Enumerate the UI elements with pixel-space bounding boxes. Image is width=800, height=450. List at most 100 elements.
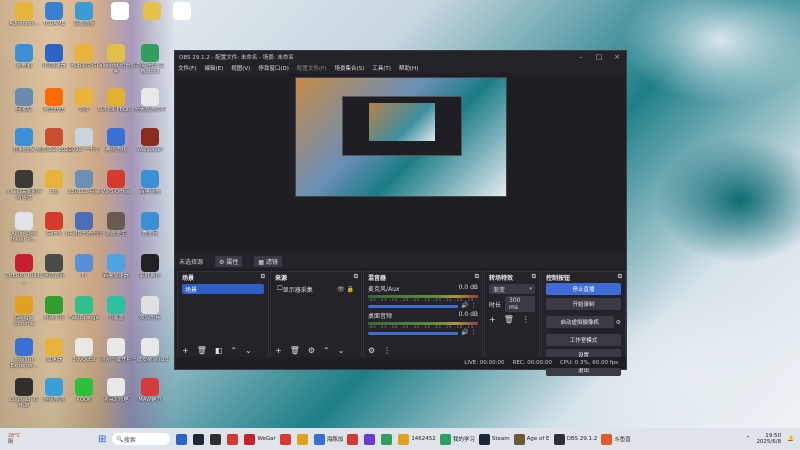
controls-dock-header: 控制按钮 ⧉ bbox=[542, 272, 625, 282]
mixer-channel-mic: 麦克风/Aux 0.0 dB -60 -55 -50 -45 -40 -35 -3… bbox=[368, 284, 478, 309]
chevron-up-icon[interactable]: ⌃ bbox=[746, 436, 751, 442]
taskbar-app[interactable]: 1462452 bbox=[398, 433, 436, 445]
menu-view[interactable]: 视图(V) bbox=[231, 64, 250, 72]
transition-select[interactable]: 渐变 ▾ bbox=[489, 284, 535, 294]
taskbar-search[interactable]: 🔍 搜索 bbox=[112, 433, 171, 445]
trash-icon[interactable]: 🗑 bbox=[197, 346, 207, 355]
filters-button[interactable]: ▦ 滤镜 bbox=[254, 256, 282, 267]
app-icon bbox=[75, 2, 93, 20]
advanced-audio-icon[interactable]: ⚙ bbox=[368, 346, 375, 355]
speaker-icon[interactable]: 🔊 ⋮ bbox=[461, 329, 476, 336]
speaker-icon[interactable]: 🔊 ⋮ bbox=[461, 302, 476, 309]
start-virtual-camera-button[interactable]: 启动虚拟摄像机 bbox=[546, 316, 614, 328]
app-icon bbox=[107, 88, 125, 106]
desktop-icon[interactable]: 一键安装Win10 bbox=[130, 338, 170, 378]
gear-icon[interactable]: ⚙ bbox=[308, 346, 315, 355]
stop-streaming-button[interactable]: 停止直播 bbox=[546, 283, 621, 295]
taskbar-app-label: Age of E bbox=[526, 436, 550, 442]
menu-profile[interactable]: 配置文件(P) bbox=[297, 64, 327, 72]
add-icon[interactable]: + bbox=[489, 315, 496, 324]
desktop-icon[interactable]: 发现乐兵 bbox=[130, 296, 170, 336]
desktop-icon[interactable]: MAW魅力 bbox=[130, 378, 170, 418]
taskbar-app[interactable] bbox=[210, 433, 223, 445]
trash-icon[interactable]: 🗑 bbox=[290, 346, 300, 355]
desktop-icon[interactable]: 光大友游文件 bbox=[130, 88, 170, 128]
filter-icon[interactable]: ◧ bbox=[215, 346, 223, 355]
undock-icon[interactable]: ⧉ bbox=[532, 273, 536, 281]
scene-item[interactable]: 场景 bbox=[182, 284, 264, 294]
taskbar-app[interactable]: 我的学习 bbox=[439, 433, 475, 445]
menu-file[interactable]: 文件(F) bbox=[178, 64, 196, 72]
app-icon bbox=[45, 212, 63, 230]
title-bar[interactable]: OBS 29.1.2 - 配置文件: 未命名 - 场景: 未命名 – □ × bbox=[175, 51, 626, 63]
mic-volume-slider[interactable] bbox=[368, 305, 459, 308]
app-icon bbox=[143, 2, 161, 20]
taskbar-app[interactable]: Steam bbox=[478, 433, 510, 445]
taskbar-app[interactable] bbox=[296, 433, 310, 445]
duration-input[interactable]: 300 ms bbox=[505, 296, 535, 312]
move-down-icon[interactable]: ⌄ bbox=[338, 346, 345, 355]
trash-icon[interactable]: 🗑 bbox=[504, 315, 514, 324]
move-up-icon[interactable]: ⌃ bbox=[323, 346, 330, 355]
visibility-eye-icon[interactable]: 👁 🔒 bbox=[337, 286, 354, 293]
undock-icon[interactable]: ⧉ bbox=[354, 273, 358, 281]
taskbar-app[interactable]: Age of E bbox=[513, 433, 550, 445]
undock-icon[interactable]: ⧉ bbox=[475, 273, 479, 281]
desktop-icon[interactable]: 彩虹世界 bbox=[130, 254, 170, 294]
desktop-icon[interactable]: Wallpaper bbox=[130, 128, 170, 168]
taskbar-app[interactable] bbox=[193, 433, 206, 445]
taskbar-app[interactable] bbox=[227, 433, 240, 445]
desktop-volume-slider[interactable] bbox=[368, 332, 459, 335]
weather-widget[interactable]: 28°C 阴 bbox=[0, 433, 68, 445]
taskbar-app[interactable] bbox=[279, 433, 293, 445]
taskbar-app[interactable]: 斗鱼直 bbox=[601, 433, 631, 445]
desktop-icon[interactable] bbox=[162, 2, 202, 42]
app-icon bbox=[313, 433, 325, 445]
source-item[interactable]: 🖵 显示器采集 👁 🔒 bbox=[275, 284, 357, 294]
taskbar-app[interactable] bbox=[176, 433, 189, 445]
start-recording-button[interactable]: 开始录制 bbox=[546, 298, 621, 310]
desktop-icon[interactable]: 设备面板 bbox=[64, 2, 104, 42]
menu-edit[interactable]: 编辑(E) bbox=[204, 64, 223, 72]
maximize-icon[interactable]: □ bbox=[590, 53, 608, 61]
add-icon[interactable]: + bbox=[275, 346, 282, 355]
app-icon bbox=[75, 170, 93, 188]
undock-icon[interactable]: ⧉ bbox=[261, 273, 265, 281]
taskbar-app[interactable] bbox=[347, 433, 360, 445]
clock[interactable]: 19:50 2025/6/8 bbox=[756, 433, 781, 445]
more-options-icon[interactable]: ⋮ bbox=[522, 315, 530, 324]
menu-scene-collection[interactable]: 场景集合(S) bbox=[334, 64, 364, 72]
add-icon[interactable]: + bbox=[182, 346, 189, 355]
taskbar-app[interactable]: OBS 29.1.2 bbox=[553, 433, 597, 445]
move-down-icon[interactable]: ⌄ bbox=[245, 346, 252, 355]
app-icon bbox=[15, 88, 33, 106]
taskbar-app[interactable]: 海豚加 bbox=[313, 433, 344, 445]
app-icon bbox=[111, 2, 129, 20]
close-icon[interactable]: × bbox=[608, 53, 626, 61]
move-up-icon[interactable]: ⌃ bbox=[230, 346, 237, 355]
menu-help[interactable]: 帮助(H) bbox=[399, 64, 418, 72]
taskbar-app[interactable] bbox=[381, 433, 394, 445]
filters-button-label: 滤镜 bbox=[265, 259, 278, 266]
gear-icon[interactable]: ⚙ bbox=[616, 319, 621, 326]
app-icon bbox=[45, 378, 63, 396]
more-options-icon[interactable]: ⋮ bbox=[383, 346, 391, 355]
desktop-icon[interactable]: 百度网盘 bbox=[130, 170, 170, 210]
notification-bell-icon[interactable]: 🔔 bbox=[787, 436, 794, 442]
taskbar-app[interactable]: WeGar bbox=[244, 433, 276, 445]
preview-nested-obs bbox=[342, 96, 462, 156]
taskbar-app-label: 海豚加 bbox=[326, 437, 344, 443]
properties-button[interactable]: ⚙ 属性 bbox=[215, 256, 243, 267]
preview-canvas[interactable] bbox=[295, 77, 507, 197]
menu-tools[interactable]: 工具(T) bbox=[372, 64, 391, 72]
windows-start-icon[interactable]: ⊞ bbox=[98, 434, 106, 445]
app-icon bbox=[141, 338, 159, 356]
menu-docks[interactable]: 停靠窗口(D) bbox=[258, 64, 289, 72]
desktop-icon[interactable]: 春天月 bbox=[130, 212, 170, 252]
minimize-icon[interactable]: – bbox=[572, 53, 590, 61]
source-item-label: 显示器采集 bbox=[282, 286, 313, 294]
desktop-icon[interactable]: 办好全屏 文档.docx bbox=[130, 44, 170, 84]
studio-mode-button[interactable]: 工作室模式 bbox=[546, 334, 621, 346]
undock-icon[interactable]: ⧉ bbox=[618, 273, 622, 281]
taskbar-app[interactable] bbox=[364, 433, 377, 445]
